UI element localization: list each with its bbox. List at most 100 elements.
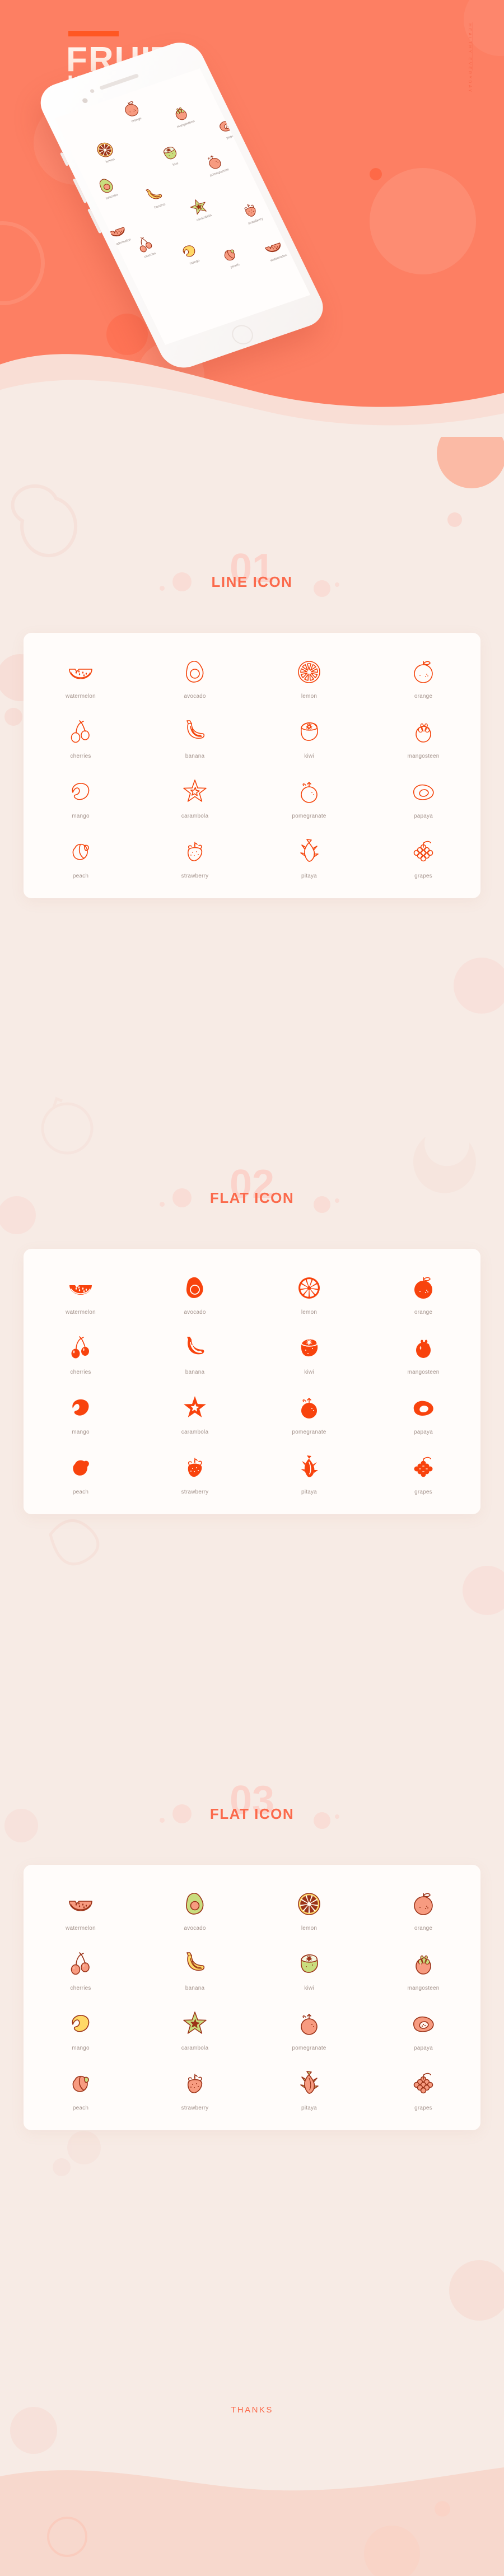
icon-cell-pomegranate[interactable]: pomegranate [252, 1384, 366, 1441]
phone-icon-label: avocado [287, 215, 301, 222]
icon-cell-mango[interactable]: mango [24, 1384, 138, 1441]
icon-cell-strawberry[interactable]: strawberry [138, 1444, 252, 1501]
icon-label: kiwi [304, 753, 314, 759]
icon-cell-papaya[interactable]: papaya [366, 2000, 480, 2057]
icon-cell-kiwi[interactable]: kiwi [252, 1324, 366, 1381]
icon-cell-mangosteen[interactable]: mangosteen [366, 1940, 480, 1997]
icon-card: watermelon avocado lemon orange cherries bana… [24, 1865, 480, 2130]
banana-icon [138, 716, 252, 748]
icon-label: grapes [414, 873, 432, 879]
icon-cell-lemon[interactable]: lemon [252, 648, 366, 705]
icon-cell-orange[interactable]: orange [366, 648, 480, 705]
phone-icon-cell-avocado[interactable]: avocado [267, 193, 310, 226]
section-color-flat-icon: 03 FLAT ICON watermelon avocado lemon orang… [0, 1758, 504, 2130]
phone-icon-cell-lemon[interactable]: lemon [293, 212, 311, 245]
icon-label: kiwi [304, 1369, 314, 1375]
icon-label: orange [414, 693, 433, 699]
phone-icon-cell-strawberry[interactable]: strawberry [228, 195, 274, 229]
phone-icon-cell-lemon[interactable]: lemon [83, 135, 129, 169]
icon-cell-avocado[interactable]: avocado [138, 1880, 252, 1937]
icon-cell-peach[interactable]: peach [24, 1444, 138, 1501]
icon-cell-avocado[interactable]: avocado [138, 648, 252, 705]
icon-cell-avocado[interactable]: avocado [138, 1264, 252, 1321]
phone-icon-cell-pomegranate[interactable]: pomegranate [192, 147, 239, 180]
phone-icon-cell-peach[interactable]: peach [208, 240, 254, 274]
icon-label: orange [414, 1309, 433, 1315]
icon-cell-watermelon[interactable]: watermelon [24, 1264, 138, 1321]
phone-icon-cell-papaya[interactable]: papaya [204, 111, 251, 144]
icon-cell-papaya[interactable]: papaya [366, 1384, 480, 1441]
icon-cell-mango[interactable]: mango [24, 2000, 138, 2057]
icon-label: carambola [181, 2045, 209, 2051]
icon-label: mangosteen [407, 1369, 440, 1375]
phone-mute-button[interactable] [59, 152, 69, 166]
icon-cell-grapes[interactable]: grapes [366, 1444, 480, 1501]
title-accent-bar [68, 31, 119, 36]
icon-cell-pitaya[interactable]: pitaya [252, 1444, 366, 1501]
section-title: FLAT ICON [209, 1805, 295, 1822]
icon-label: pomegranate [292, 813, 326, 819]
icon-cell-orange[interactable]: orange [366, 1880, 480, 1937]
icon-cell-pomegranate[interactable]: pomegranate [252, 768, 366, 825]
banana-icon [138, 1332, 252, 1364]
icon-cell-banana[interactable]: banana [138, 708, 252, 765]
section-header: 03 FLAT ICON [0, 1758, 504, 1865]
icon-cell-grapes[interactable]: grapes [366, 2060, 480, 2117]
icon-cell-carambola[interactable]: carambola [138, 768, 252, 825]
cherries-icon [24, 1332, 138, 1364]
phone-volume-up-button[interactable] [72, 178, 87, 204]
icon-label: mango [72, 2045, 90, 2051]
phone-icon-cell-kiwi[interactable]: kiwi [148, 138, 194, 172]
phone-icon-cell-grapes[interactable]: grapes [245, 128, 292, 162]
cherries-icon [24, 716, 138, 748]
icon-cell-pomegranate[interactable]: pomegranate [252, 2000, 366, 2057]
icon-cell-orange[interactable]: orange [366, 1264, 480, 1321]
phone-screen: orange mangosteen lemon papaya kiwi avocado gr… [54, 68, 311, 345]
avocado-icon [138, 1888, 252, 1920]
grapes-icon [366, 1452, 480, 1483]
icon-cell-kiwi[interactable]: kiwi [252, 1940, 366, 1997]
icon-cell-watermelon[interactable]: watermelon [24, 648, 138, 705]
icon-cell-banana[interactable]: banana [138, 1940, 252, 1997]
phone-icon-cell-pitaya[interactable]: pitaya [241, 159, 288, 193]
icon-label: pomegranate [292, 1429, 326, 1435]
icon-cell-mango[interactable]: mango [24, 768, 138, 825]
icon-cell-mangosteen[interactable]: mangosteen [366, 708, 480, 765]
phone-icon-cell-mango[interactable]: mango [167, 236, 213, 270]
icon-cell-watermelon[interactable]: watermelon [24, 1880, 138, 1937]
icon-label: lemon [301, 693, 318, 699]
icon-cell-lemon[interactable]: lemon [252, 1264, 366, 1321]
icon-cell-peach[interactable]: peach [24, 2060, 138, 2117]
icon-cell-cherries[interactable]: cherries [24, 708, 138, 765]
icon-cell-peach[interactable]: peach [24, 828, 138, 885]
icon-cell-carambola[interactable]: carambola [138, 2000, 252, 2057]
icon-cell-strawberry[interactable]: strawberry [138, 2060, 252, 2117]
icon-cell-pitaya[interactable]: pitaya [252, 828, 366, 885]
icon-cell-cherries[interactable]: cherries [24, 1940, 138, 1997]
icon-cell-strawberry[interactable]: strawberry [138, 828, 252, 885]
icon-label: mango [72, 1429, 90, 1435]
phone-icon-cell-banana[interactable]: banana [132, 180, 179, 214]
icon-label: peach [72, 1489, 89, 1495]
phone-icon-cell-watermelon[interactable]: watermelon [251, 232, 297, 266]
icon-cell-cherries[interactable]: cherries [24, 1324, 138, 1381]
phone-icon-cell-orange[interactable]: orange [109, 94, 155, 128]
phone-icon-cell-avocado[interactable]: avocado [84, 171, 130, 204]
phone-volume-down-button[interactable] [87, 208, 102, 234]
icon-cell-kiwi[interactable]: kiwi [252, 708, 366, 765]
icon-cell-pitaya[interactable]: pitaya [252, 2060, 366, 2117]
icon-grid-flat: watermelon avocado lemon orange cherries bana… [24, 1264, 480, 1501]
icon-label: avocado [184, 1309, 206, 1315]
carambola-icon [138, 1392, 252, 1424]
icon-cell-carambola[interactable]: carambola [138, 1384, 252, 1441]
icon-cell-mangosteen[interactable]: mangosteen [366, 1324, 480, 1381]
phone-icon-cell-carambola[interactable]: carambola [176, 192, 223, 226]
phone-icon-cell-mangosteen[interactable]: mangosteen [158, 99, 205, 132]
icon-cell-lemon[interactable]: lemon [252, 1880, 366, 1937]
icon-cell-grapes[interactable]: grapes [366, 828, 480, 885]
carambola-icon [138, 2008, 252, 2040]
icon-cell-banana[interactable]: banana [138, 1324, 252, 1381]
icon-label: banana [185, 753, 205, 759]
icon-cell-papaya[interactable]: papaya [366, 768, 480, 825]
icon-label: avocado [184, 693, 206, 699]
